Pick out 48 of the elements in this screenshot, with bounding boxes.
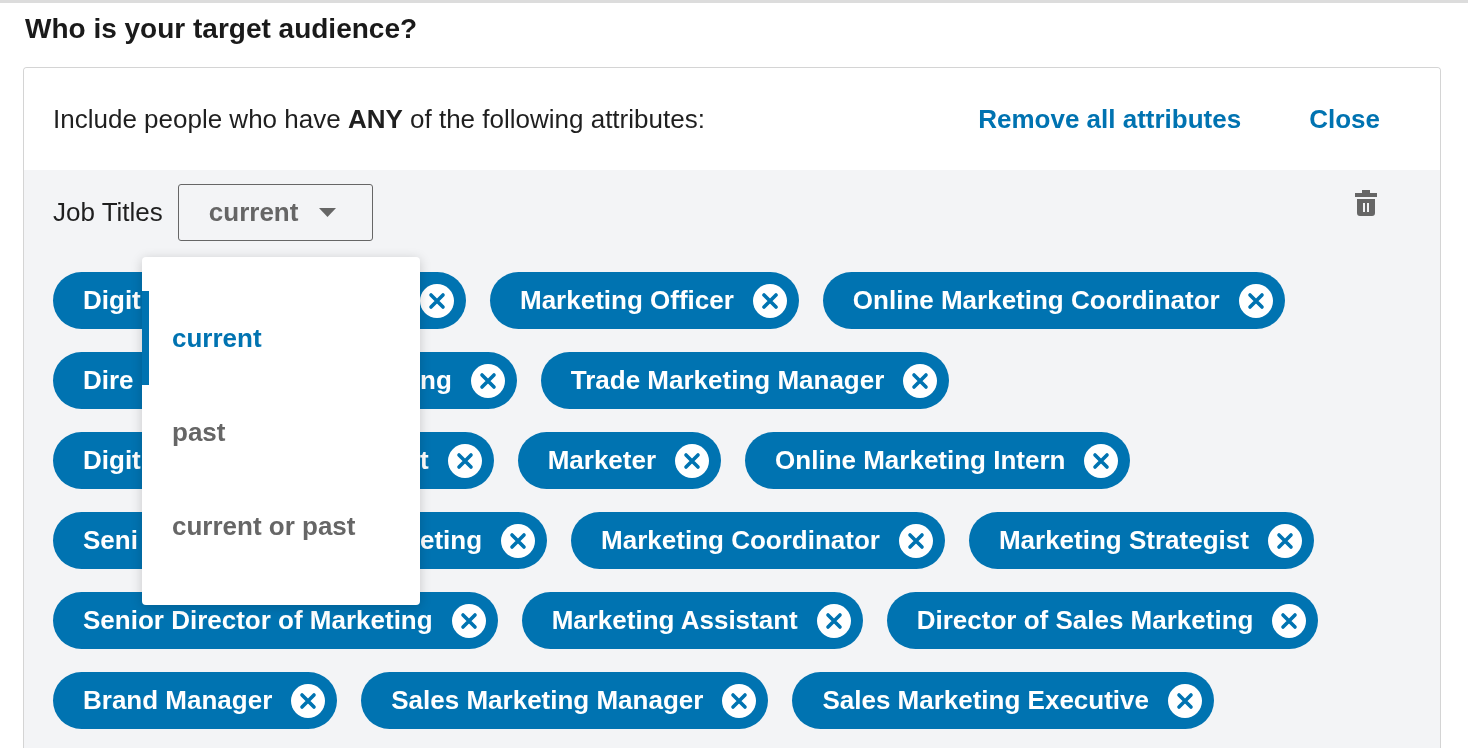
close-icon[interactable] <box>451 603 486 638</box>
job-title-label: Sales Marketing Manager <box>391 684 704 717</box>
job-title-label: Director of Sales Marketing <box>916 604 1254 637</box>
job-title-label: Marketing Officer <box>520 284 734 317</box>
close-icon[interactable] <box>1168 683 1202 718</box>
menu-item[interactable]: current or past <box>142 479 420 573</box>
job-title-label: ng <box>420 364 452 397</box>
close-icon[interactable] <box>447 443 482 478</box>
close-icon[interactable] <box>752 283 787 318</box>
job-title-label: Digit <box>83 284 141 317</box>
job-title-label: Online Marketing Intern <box>775 444 1066 477</box>
close-icon[interactable] <box>1272 603 1307 638</box>
field-label: Job Titles <box>53 196 163 229</box>
job-title-label: Trade Marketing Manager <box>570 364 885 397</box>
close-icon[interactable] <box>722 683 757 718</box>
close-link[interactable]: Close <box>1309 99 1380 139</box>
select-dropdown[interactable]: current <box>177 184 374 241</box>
caret-icon <box>319 208 337 217</box>
job-title-label: t <box>420 444 429 477</box>
close-icon[interactable] <box>291 683 326 718</box>
close-icon[interactable] <box>501 523 536 558</box>
job-title-label: Marketing Coordinator <box>601 524 880 557</box>
page-heading: Who is your target audience? <box>25 12 418 46</box>
job-title-label: Marketing Assistant <box>551 604 798 637</box>
menu-item[interactable]: past <box>142 385 420 479</box>
job-title-label: Online Marketing Coordinator <box>852 284 1220 317</box>
close-icon[interactable] <box>470 363 505 398</box>
close-icon[interactable] <box>903 363 938 398</box>
close-icon[interactable] <box>1238 283 1273 318</box>
close-icon[interactable] <box>816 603 851 638</box>
intro-text: Include people who have ANY of the following attributes: <box>53 102 705 136</box>
close-icon[interactable] <box>898 523 933 558</box>
close-icon[interactable] <box>675 443 710 478</box>
menu-item[interactable]: current <box>142 291 420 385</box>
job-title-label: Digit <box>83 444 141 477</box>
job-title-label: eting <box>420 524 483 557</box>
trash-icon[interactable] <box>1355 190 1377 216</box>
close-icon[interactable] <box>1084 443 1119 478</box>
job-title-label: Dire <box>83 364 134 397</box>
job-title-label: Brand Manager <box>83 684 273 717</box>
job-title-label: Marketer <box>547 444 657 477</box>
close-icon[interactable] <box>420 283 454 318</box>
job-title-label: Seni <box>83 524 138 557</box>
remove-all-link[interactable]: Remove all attributes <box>978 99 1242 139</box>
job-title-label: Sales Marketing Executive <box>822 684 1149 717</box>
job-title-label: Senior Director of Marketing <box>83 604 433 637</box>
close-icon[interactable] <box>1267 523 1302 558</box>
job-title-label: Marketing Strategist <box>998 524 1249 557</box>
